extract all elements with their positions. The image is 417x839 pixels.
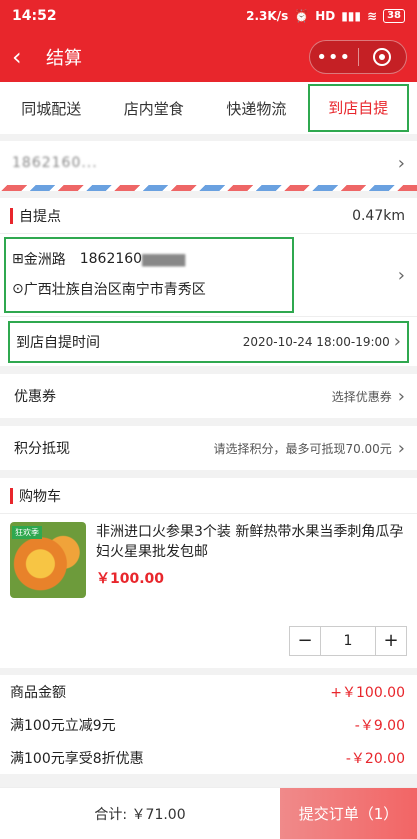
contact-masked: 1862160...: [12, 155, 98, 171]
pickup-time-label: 到店自提时间: [16, 334, 100, 351]
pickup-distance: 0.47km: [352, 207, 405, 224]
summary-row: 满100元立减9元 -￥9.00: [10, 717, 405, 734]
hd-signal-icon: HD: [315, 9, 336, 23]
chevron-right-icon: ›: [393, 331, 401, 352]
points-value: 请选择积分，最多可抵现70.00元: [213, 441, 392, 456]
product-name[interactable]: 非洲进口火参果3个装 新鲜热带水果当季刺角瓜孕妇火星果批发包邮: [96, 522, 407, 562]
more-icon[interactable]: •••: [310, 47, 358, 68]
coupon-value: 选择优惠券: [331, 389, 392, 404]
store-info: ⊞ 金洲路 1862160 ▆▆▆▆ ⊙ 广西壮族自治区南宁市青秀区: [4, 237, 294, 313]
back-icon[interactable]: ‹: [12, 43, 42, 71]
store-name: 金洲路: [23, 252, 66, 268]
coupon-label: 优惠券: [14, 389, 56, 405]
store-address: 广西壮族自治区南宁市青秀区: [23, 282, 206, 298]
points-row[interactable]: 积分抵现 请选择积分，最多可抵现70.00元 ›: [0, 426, 417, 470]
wifi-icon: ≋: [367, 9, 378, 23]
coupon-row[interactable]: 优惠券 选择优惠券 ›: [0, 374, 417, 418]
points-label: 积分抵现: [14, 441, 70, 457]
decrease-button[interactable]: −: [290, 627, 320, 655]
page-title: 结算: [46, 48, 82, 69]
network-speed: 2.3K/s: [246, 9, 289, 23]
submit-order-button[interactable]: 提交订单（1）: [280, 788, 417, 839]
checkout-bar: 合计: ￥71.00 提交订单（1）: [0, 787, 417, 839]
chevron-right-icon: ›: [397, 385, 405, 407]
summary-row: 满100元享受8折优惠 -￥20.00: [10, 750, 405, 767]
quantity-value[interactable]: 1: [320, 627, 376, 655]
tab-local-delivery[interactable]: 同城配送: [0, 98, 103, 119]
chevron-right-icon: ›: [397, 437, 405, 459]
chevron-right-icon: ›: [397, 264, 405, 286]
section-accent: [10, 487, 13, 504]
envelope-border: [0, 185, 417, 191]
product-image[interactable]: 狂欢季: [10, 522, 86, 598]
store-phone-masked: ▆▆▆▆: [142, 251, 186, 267]
increase-button[interactable]: +: [376, 627, 406, 655]
tab-dine-in[interactable]: 店内堂食: [103, 98, 206, 119]
quantity-stepper: − 1 +: [289, 626, 407, 656]
section-accent: [10, 207, 13, 224]
contact-row[interactable]: 1862160... ›: [0, 141, 417, 185]
status-bar: 14:52 2.3K/s ⏰ HD ▮▮▮ ≋ 38: [0, 0, 417, 32]
product-tag: 狂欢季: [12, 526, 42, 539]
signal-icon: ▮▮▮: [341, 9, 362, 23]
cart-item: 狂欢季 非洲进口火参果3个装 新鲜热带水果当季刺角瓜孕妇火星果批发包邮 ￥100…: [0, 514, 417, 668]
close-miniprogram-icon[interactable]: [359, 48, 407, 66]
product-price: ￥100.00: [96, 571, 165, 587]
pickup-time-row[interactable]: 到店自提时间 2020-10-24 18:00-19:00 ›: [0, 316, 417, 366]
chevron-right-icon: ›: [397, 152, 405, 174]
alarm-icon: ⏰: [294, 9, 310, 23]
order-total: 合计: ￥71.00: [94, 806, 186, 823]
nav-bar: ‹ 结算 •••: [0, 32, 417, 82]
cart-title: 购物车: [19, 488, 61, 505]
battery-icon: 38: [383, 9, 405, 23]
store-phone: 1862160: [79, 251, 143, 267]
summary-row: 商品金额 +￥100.00: [10, 684, 405, 701]
pickup-time-box: 到店自提时间 2020-10-24 18:00-19:00 ›: [8, 320, 409, 363]
store-selector[interactable]: ⊞ 金洲路 1862160 ▆▆▆▆ ⊙ 广西壮族自治区南宁市青秀区 ›: [0, 234, 417, 316]
location-pin-icon: ⊙: [12, 281, 24, 297]
status-time: 14:52: [12, 8, 57, 24]
price-summary: 商品金额 +￥100.00 满100元立减9元 -￥9.00 满100元享受8折…: [0, 675, 417, 774]
cart-header: 购物车: [0, 478, 417, 514]
tab-express[interactable]: 快递物流: [205, 98, 308, 119]
pickup-point-header: 自提点 0.47km: [0, 198, 417, 234]
delivery-tabs: 同城配送 店内堂食 快递物流 到店自提: [0, 82, 417, 134]
pickup-time-value: 2020-10-24 18:00-19:00: [242, 334, 390, 349]
store-grid-icon: ⊞: [12, 251, 24, 267]
tab-self-pickup[interactable]: 到店自提: [307, 84, 409, 132]
mini-program-capsule: •••: [309, 40, 407, 74]
pickup-point-title: 自提点: [19, 208, 61, 225]
